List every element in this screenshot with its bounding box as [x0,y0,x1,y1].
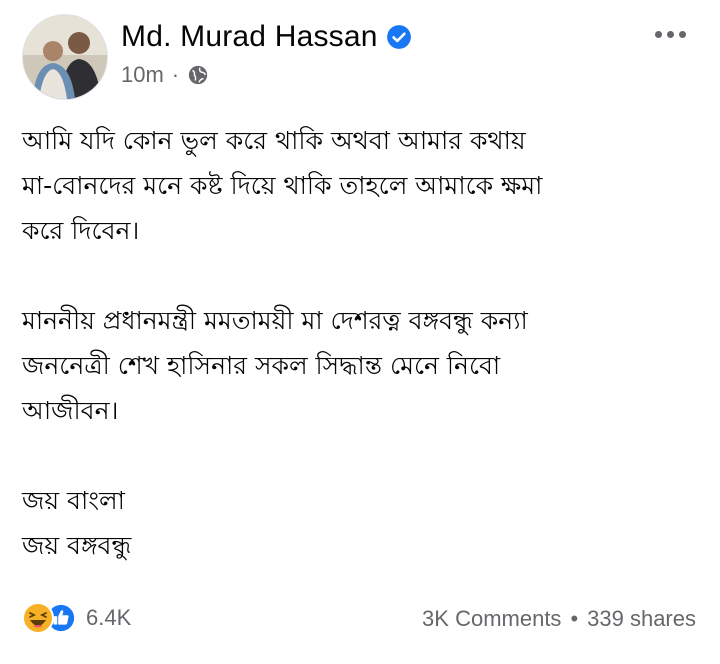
reaction-count: 6.4K [86,605,132,630]
post-line: আজীবন। [22,396,119,425]
post-header: Md. Murad Hassan 10m · [0,0,720,110]
post-text: আমি যদি কোন ভুল করে থাকি অথবা আমার কথায়… [22,118,702,568]
avatar-photo [23,15,107,99]
haha-reaction-icon [22,602,54,634]
post-footer: 6.4K 3K Comments • 339 shares [0,596,720,646]
post-line: করে দিবেন। [22,216,140,245]
post-meta: 10m · [121,62,209,88]
post-line: মাননীয় প্রধানমন্ত্রী মমতাময়ী মা দেশরত্… [22,306,528,335]
stats-separator: • [570,606,579,631]
post-line: জয় বঙ্গবন্ধু [22,531,132,560]
author-name[interactable]: Md. Murad Hassan [121,20,378,54]
meta-separator: · [171,62,180,87]
author-row: Md. Murad Hassan [121,20,412,54]
more-options-icon[interactable] [646,22,694,46]
shares-count[interactable]: 339 shares [587,606,696,632]
comments-count[interactable]: 3K Comments [422,606,561,632]
author-avatar[interactable] [22,14,108,100]
globe-icon [188,65,208,85]
post-line: মা-বোনদের মনে কষ্ট দিয়ে থাকি তাহলে আমাক… [22,171,543,200]
verified-badge-icon [386,25,411,49]
engagement-stats: 3K Comments • 339 shares [422,606,696,632]
post-line: জয় বাংলা [22,486,125,515]
reactions-summary[interactable]: 6.4K [22,602,131,634]
post-line: জননেত্রী শেখ হাসিনার সকল সিদ্ধান্ত মেনে … [22,351,501,380]
post-line: আমি যদি কোন ভুল করে থাকি অথবা আমার কথায় [22,126,526,155]
post-timestamp[interactable]: 10m [121,62,164,88]
